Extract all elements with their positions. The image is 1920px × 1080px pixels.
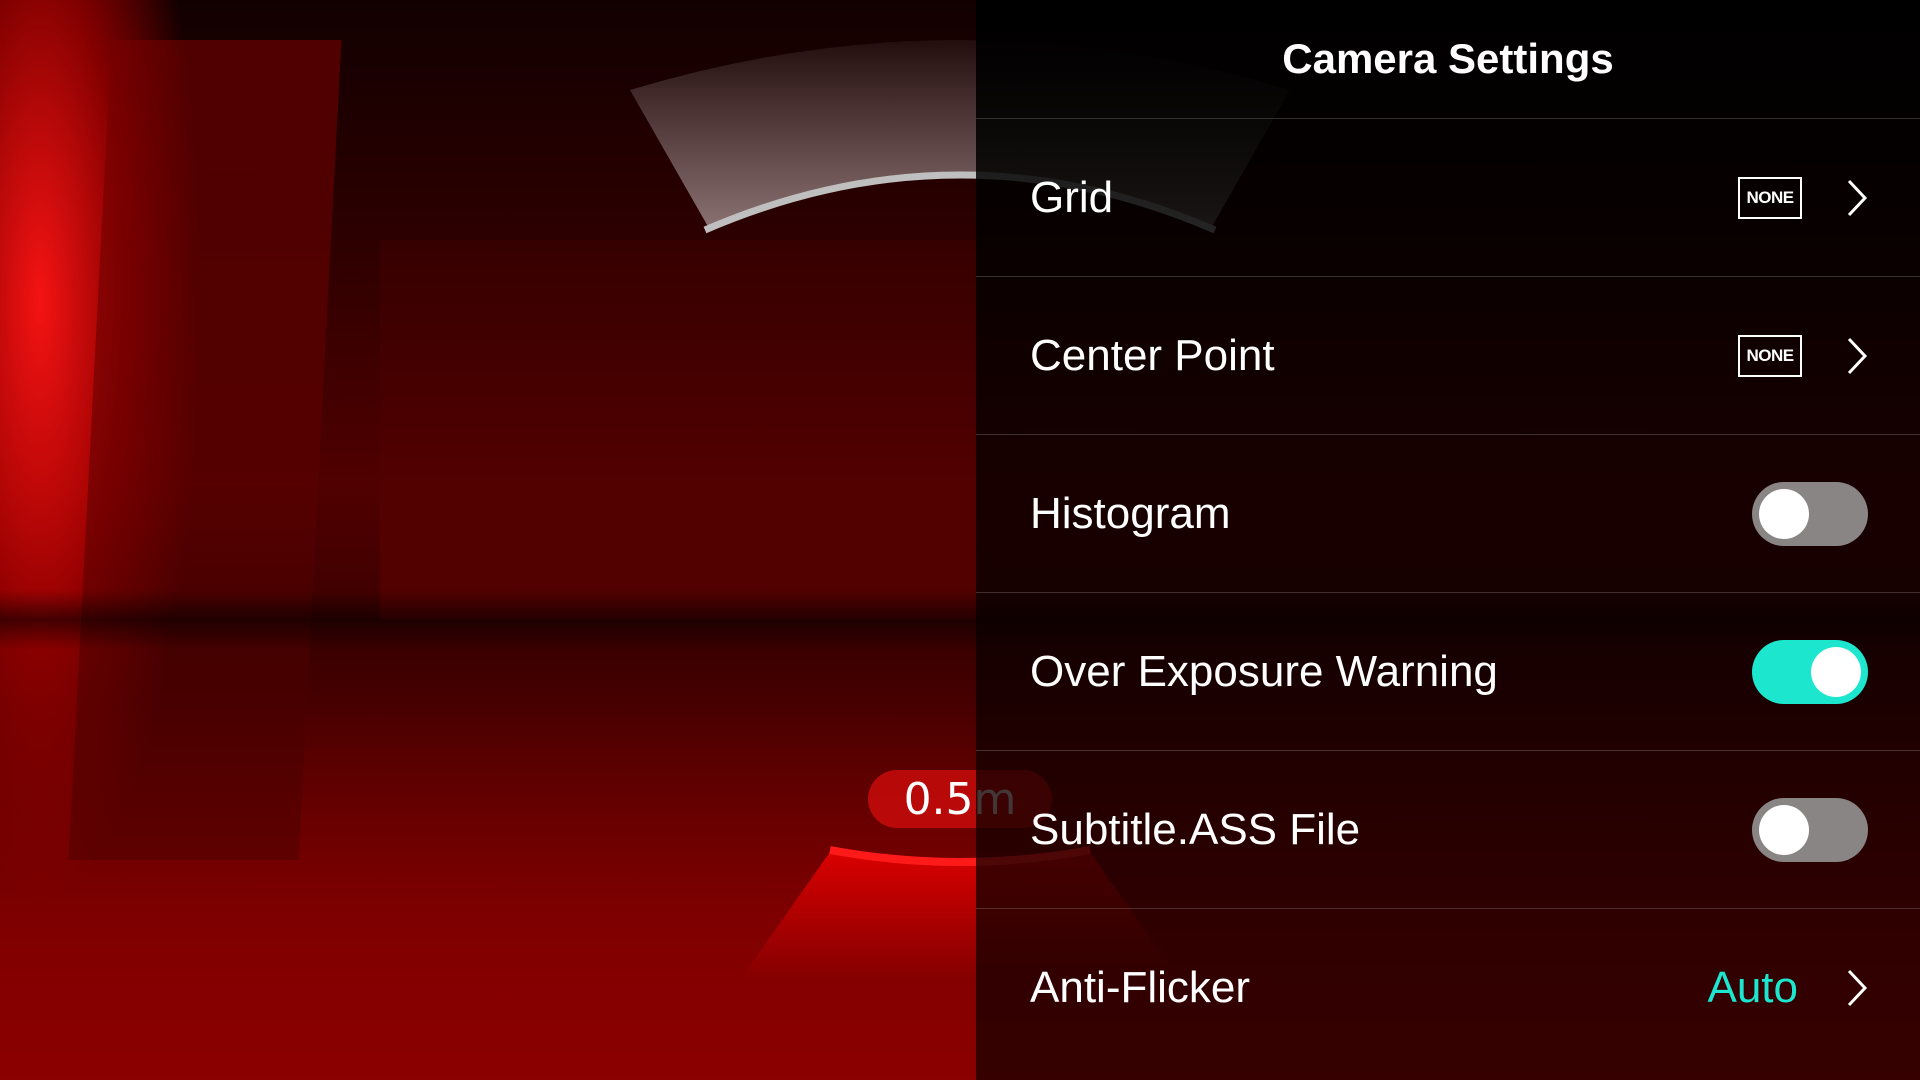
subtitle-ass-file-toggle[interactable]	[1752, 797, 1868, 862]
over-exposure-warning-toggle[interactable]	[1752, 639, 1868, 704]
grid-none-badge: NONE	[1738, 176, 1802, 219]
setting-row-over-exposure-warning: Over Exposure Warning	[976, 593, 1920, 751]
toggle-knob	[1759, 488, 1809, 539]
camera-settings-panel: Camera Settings Grid NONE Center Point N…	[976, 0, 1920, 1080]
chevron-right-icon[interactable]	[1846, 968, 1868, 1008]
setting-label-center-point: Center Point	[1030, 330, 1275, 380]
panel-title: Camera Settings	[1282, 35, 1614, 82]
chevron-right-icon[interactable]	[1846, 178, 1868, 218]
setting-row-subtitle-ass-file: Subtitle.ASS File	[976, 751, 1920, 909]
center-point-none-badge: NONE	[1738, 334, 1802, 377]
toggle-knob	[1759, 804, 1809, 855]
setting-label-histogram: Histogram	[1030, 488, 1231, 538]
setting-label-anti-flicker: Anti-Flicker	[1030, 962, 1251, 1012]
setting-row-anti-flicker[interactable]: Anti-Flicker Auto	[976, 909, 1920, 1066]
panel-header: Camera Settings	[976, 0, 1920, 119]
setting-row-histogram: Histogram	[976, 435, 1920, 593]
anti-flicker-value: Auto	[1707, 962, 1798, 1012]
toggle-knob	[1811, 646, 1861, 697]
focus-distance-value: 0.5	[903, 773, 974, 825]
setting-label-subtitle-ass-file: Subtitle.ASS File	[1030, 804, 1361, 854]
scene-object	[380, 240, 980, 620]
setting-row-center-point[interactable]: Center Point NONE	[976, 277, 1920, 435]
setting-label-over-exposure-warning: Over Exposure Warning	[1030, 646, 1498, 696]
setting-label-grid: Grid	[1030, 172, 1114, 222]
histogram-toggle[interactable]	[1752, 481, 1868, 546]
chevron-right-icon[interactable]	[1846, 336, 1868, 376]
setting-row-grid[interactable]: Grid NONE	[976, 119, 1920, 277]
